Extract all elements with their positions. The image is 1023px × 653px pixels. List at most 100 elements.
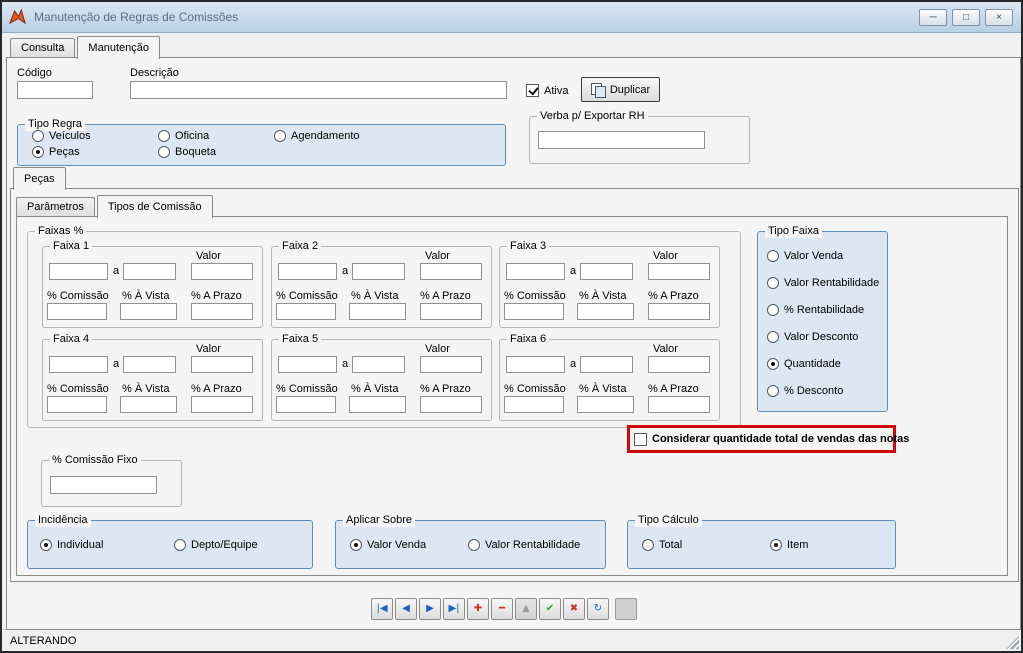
faixa-6-from-input[interactable] bbox=[506, 356, 565, 373]
minimize-button[interactable]: ─ bbox=[919, 9, 947, 26]
faixa-6-to-input[interactable] bbox=[580, 356, 633, 373]
faixa-3-aprazo-input[interactable] bbox=[648, 303, 710, 320]
last-record-button[interactable]: ▶| bbox=[443, 598, 465, 620]
blank-button[interactable] bbox=[615, 598, 637, 620]
radio-valor-venda[interactable]: Valor Venda bbox=[767, 250, 843, 262]
faixa-1-comissao-input[interactable] bbox=[47, 303, 107, 320]
previous-record-button[interactable]: ◀ bbox=[395, 598, 417, 620]
resize-grip[interactable] bbox=[1006, 636, 1019, 649]
refresh-button[interactable]: ↻ bbox=[587, 598, 609, 620]
radio-depto-equipe[interactable]: Depto/Equipe bbox=[174, 539, 258, 551]
radio-icon bbox=[468, 539, 480, 551]
faixa-1-valor-input[interactable] bbox=[191, 263, 253, 280]
codigo-input[interactable] bbox=[17, 81, 93, 99]
radio-veiculos[interactable]: Veículos bbox=[32, 130, 91, 142]
descricao-input[interactable] bbox=[130, 81, 507, 99]
a-label: a bbox=[342, 358, 349, 370]
radio-valor-rentabilidade[interactable]: Valor Rentabilidade bbox=[767, 277, 879, 289]
faixa-3-from-input[interactable] bbox=[506, 263, 565, 280]
faixa-4-from-input[interactable] bbox=[49, 356, 108, 373]
radio-total[interactable]: Total bbox=[642, 539, 682, 551]
confirm-button[interactable]: ✔ bbox=[539, 598, 561, 620]
radio-quantidade[interactable]: Quantidade bbox=[767, 358, 841, 370]
radio-label: Valor Venda bbox=[367, 539, 427, 551]
faixa-4-aprazo-input[interactable] bbox=[191, 396, 253, 413]
faixa-5-valor-input[interactable] bbox=[420, 356, 482, 373]
faixa-4-comissao-input[interactable] bbox=[47, 396, 107, 413]
duplicar-button[interactable]: Duplicar bbox=[581, 77, 660, 102]
tab-tipos-de-comissao[interactable]: Tipos de Comissão bbox=[96, 195, 213, 218]
valor-label: Valor bbox=[653, 250, 678, 262]
incidencia-title: Incidência bbox=[35, 513, 91, 527]
delete-record-button[interactable]: ━ bbox=[491, 598, 513, 620]
codigo-label: Código bbox=[17, 67, 52, 79]
tab-consulta[interactable]: Consulta bbox=[10, 38, 76, 57]
faixa-2-valor-input[interactable] bbox=[420, 263, 482, 280]
tab-parametros[interactable]: Parâmetros bbox=[16, 197, 95, 216]
move-up-button[interactable]: ▲ bbox=[515, 598, 537, 620]
faixa-4-to-input[interactable] bbox=[123, 356, 176, 373]
tab-manutencao[interactable]: Manutenção bbox=[77, 36, 160, 59]
radio-item[interactable]: Item bbox=[770, 539, 808, 551]
faixa-6-valor-input[interactable] bbox=[648, 356, 710, 373]
first-record-button[interactable]: |◀ bbox=[371, 598, 393, 620]
comissao-fixo-groupbox: % Comissão Fixo bbox=[41, 453, 182, 507]
maximize-button[interactable]: □ bbox=[952, 9, 980, 26]
faixa-3-comissao-input[interactable] bbox=[504, 303, 564, 320]
tab-pecas[interactable]: Peças bbox=[13, 167, 66, 190]
duplicar-label: Duplicar bbox=[609, 83, 651, 96]
a-label: a bbox=[113, 358, 120, 370]
faixa-6-comissao-input[interactable] bbox=[504, 396, 564, 413]
next-record-button[interactable]: ▶ bbox=[419, 598, 441, 620]
faixa-5-avista-input[interactable] bbox=[349, 396, 406, 413]
close-button[interactable]: × bbox=[985, 9, 1013, 26]
faixa-2-avista-input[interactable] bbox=[349, 303, 406, 320]
verba-exportar-rh-input[interactable] bbox=[538, 131, 705, 149]
a-vista-label: % À Vista bbox=[351, 290, 399, 302]
radio-aplicar-valor-venda[interactable]: Valor Venda bbox=[350, 539, 426, 551]
radio-icon bbox=[767, 277, 779, 289]
faixa-1-avista-input[interactable] bbox=[120, 303, 177, 320]
faixa-6-groupbox: Faixa 6 Valor a % Comissão % À Vista % A… bbox=[499, 332, 720, 421]
faixa-3-avista-input[interactable] bbox=[577, 303, 634, 320]
faixa-4-valor-input[interactable] bbox=[191, 356, 253, 373]
faixa-3-valor-input[interactable] bbox=[648, 263, 710, 280]
faixa-3-to-input[interactable] bbox=[580, 263, 633, 280]
radio-boqueta[interactable]: Boqueta bbox=[158, 146, 216, 158]
radio-agendamento[interactable]: Agendamento bbox=[274, 130, 360, 142]
radio-pct-rentabilidade[interactable]: % Rentabilidade bbox=[767, 304, 864, 316]
faixa-2-aprazo-input[interactable] bbox=[420, 303, 482, 320]
faixa-6-avista-input[interactable] bbox=[577, 396, 634, 413]
comissao-fixo-title: % Comissão Fixo bbox=[49, 453, 141, 467]
faixa-1-aprazo-input[interactable] bbox=[191, 303, 253, 320]
radio-oficina[interactable]: Oficina bbox=[158, 130, 209, 142]
faixa-2-groupbox: Faixa 2 Valor a % Comissão % À Vista % A… bbox=[271, 239, 492, 328]
radio-valor-desconto[interactable]: Valor Desconto bbox=[767, 331, 858, 343]
tipo-calculo-groupbox: Tipo Cálculo Total Item bbox=[627, 513, 896, 569]
radio-aplicar-valor-rentabilidade[interactable]: Valor Rentabilidade bbox=[468, 539, 580, 551]
faixa-2-to-input[interactable] bbox=[352, 263, 405, 280]
faixa-2-title: Faixa 2 bbox=[279, 239, 322, 253]
faixa-5-comissao-input[interactable] bbox=[276, 396, 336, 413]
radio-pecas[interactable]: Peças bbox=[32, 146, 80, 158]
faixa-5-from-input[interactable] bbox=[278, 356, 337, 373]
radio-individual[interactable]: Individual bbox=[40, 539, 103, 551]
radio-pct-desconto[interactable]: % Desconto bbox=[767, 385, 843, 397]
add-record-button[interactable]: ✚ bbox=[467, 598, 489, 620]
faixa-1-from-input[interactable] bbox=[49, 263, 108, 280]
faixa-5-to-input[interactable] bbox=[352, 356, 405, 373]
considerar-total-checkbox[interactable] bbox=[634, 432, 647, 446]
window-title: Manutenção de Regras de Comissões bbox=[34, 10, 239, 24]
faixa-5-aprazo-input[interactable] bbox=[420, 396, 482, 413]
faixa-1-to-input[interactable] bbox=[123, 263, 176, 280]
a-vista-label: % À Vista bbox=[122, 383, 170, 395]
faixa-2-from-input[interactable] bbox=[278, 263, 337, 280]
cancel-button[interactable]: ✖ bbox=[563, 598, 585, 620]
faixa-2-comissao-input[interactable] bbox=[276, 303, 336, 320]
radio-icon bbox=[767, 250, 779, 262]
comissao-fixo-input[interactable] bbox=[50, 476, 157, 494]
faixa-6-aprazo-input[interactable] bbox=[648, 396, 710, 413]
ativa-checkbox[interactable]: Ativa bbox=[526, 84, 568, 97]
faixa-3-groupbox: Faixa 3 Valor a % Comissão % À Vista % A… bbox=[499, 239, 720, 328]
faixa-4-avista-input[interactable] bbox=[120, 396, 177, 413]
